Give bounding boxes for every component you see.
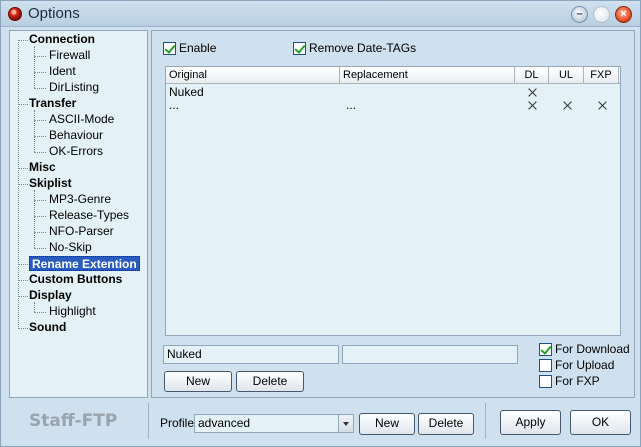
footer-separator (148, 403, 149, 439)
tree-item-sound[interactable]: Sound (29, 320, 66, 335)
column-original[interactable]: Original (166, 67, 340, 84)
tree-item-display[interactable]: Display (29, 288, 72, 303)
remove-date-tags-checkbox[interactable] (293, 42, 306, 55)
table-row[interactable]: ...... (166, 98, 620, 112)
cell-original: Nuked (169, 85, 204, 99)
tree-connector (18, 280, 28, 281)
ok-button[interactable]: OK (570, 410, 631, 435)
tree-connector (18, 296, 28, 297)
tree-item-misc[interactable]: Misc (29, 160, 56, 175)
tree-connector (18, 184, 28, 185)
profile-delete-button[interactable]: Delete (418, 413, 474, 435)
tree-item-rename-extention[interactable]: Rename Extention (29, 256, 140, 271)
tree-connector (34, 152, 46, 153)
column-dl[interactable]: DL (515, 67, 549, 84)
for-upload-label: For Upload (555, 358, 615, 372)
tree-connector (34, 136, 46, 137)
maximize-button[interactable] (593, 6, 610, 23)
tree-item-ok-errors[interactable]: OK-Errors (49, 144, 103, 159)
tree-connector (34, 72, 46, 73)
tree-branch-line (34, 190, 35, 248)
tree-item-firewall[interactable]: Firewall (49, 48, 90, 63)
close-button[interactable]: × (615, 6, 632, 23)
tree-item-ascii-mode[interactable]: ASCII-Mode (49, 112, 114, 127)
tree-root-line (18, 40, 19, 329)
tree-item-nfo-parser[interactable]: NFO-Parser (49, 224, 114, 239)
tree-connector (34, 248, 46, 249)
cell-dl-mark (528, 101, 537, 110)
original-input[interactable]: Nuked (163, 345, 339, 364)
minimize-button[interactable]: – (571, 6, 588, 23)
delete-entry-button[interactable]: Delete (236, 371, 304, 392)
tree-item-skiplist[interactable]: Skiplist (29, 176, 72, 191)
tree-connector (34, 200, 46, 201)
enable-label: Enable (179, 41, 217, 55)
remove-date-tags-label: Remove Date-TAGs (309, 41, 417, 55)
tree-branch-line (34, 302, 35, 312)
profile-value: advanced (198, 416, 251, 430)
profile-select[interactable]: advanced (194, 414, 354, 433)
app-logo: Staff-FTP (29, 411, 118, 431)
tree-branch-line (34, 46, 35, 88)
for-download-label: For Download (555, 342, 630, 356)
tree-connector (18, 104, 28, 105)
minimize-icon: – (576, 8, 583, 20)
tree-branch-line (34, 110, 35, 152)
tree-item-release-types[interactable]: Release-Types (49, 208, 129, 223)
cell-ul-mark (563, 101, 572, 110)
close-icon: × (620, 8, 627, 20)
for-download-checkbox[interactable] (539, 343, 552, 356)
new-entry-button[interactable]: New (164, 371, 232, 392)
tree-connector (18, 264, 28, 265)
tree-connector (18, 168, 28, 169)
tree-item-mp3-genre[interactable]: MP3-Genre (49, 192, 111, 207)
window-title: Options (28, 5, 80, 22)
for-fxp-label: For FXP (555, 374, 600, 388)
tree-connector (34, 56, 46, 57)
maximize-icon (594, 7, 609, 22)
options-tree: Connection Firewall Ident DirListing Transfe… (9, 30, 148, 398)
chevron-down-icon[interactable] (338, 415, 353, 432)
app-icon (8, 7, 22, 21)
cell-fxp-mark (598, 101, 607, 110)
title-bar[interactable]: Options – × (1, 1, 640, 27)
replacement-input[interactable] (342, 345, 518, 364)
tree-connector (34, 120, 46, 121)
cell-original: ... (169, 98, 180, 112)
profile-new-button[interactable]: New (359, 413, 415, 435)
tree-connector (34, 216, 46, 217)
tree-connector (34, 232, 46, 233)
cell-replacement: ... (346, 98, 357, 112)
tree-connector (34, 312, 46, 313)
rename-extention-panel: Enable Remove Date-TAGs SOFTPEDIA Origin… (151, 30, 635, 398)
options-window: Options – × Connection Firewall Ident DirLi… (0, 0, 641, 447)
tree-item-ident[interactable]: Ident (49, 64, 76, 79)
profile-label: Profile (160, 416, 195, 430)
enable-checkbox[interactable] (163, 42, 176, 55)
tree-item-behaviour[interactable]: Behaviour (49, 128, 103, 143)
tree-connector (18, 328, 28, 329)
column-ul[interactable]: UL (549, 67, 584, 84)
list-header: Original Replacement DL UL FXP (166, 67, 620, 84)
cell-dl-mark (528, 88, 537, 97)
tree-item-connection[interactable]: Connection (29, 32, 95, 47)
tree-connector (18, 40, 28, 41)
tree-item-no-skip[interactable]: No-Skip (49, 240, 92, 255)
apply-button[interactable]: Apply (500, 410, 561, 435)
for-fxp-checkbox[interactable] (539, 375, 552, 388)
tree-item-transfer[interactable]: Transfer (29, 96, 76, 111)
tree-connector (34, 88, 46, 89)
footer-separator-2 (485, 403, 486, 439)
tree-item-highlight[interactable]: Highlight (49, 304, 96, 319)
column-replacement[interactable]: Replacement (340, 67, 515, 84)
tree-item-dirlisting[interactable]: DirListing (49, 80, 99, 95)
for-upload-checkbox[interactable] (539, 359, 552, 372)
rename-list[interactable]: Original Replacement DL UL FXP Nuked....… (165, 66, 621, 336)
column-fxp[interactable]: FXP (584, 67, 619, 84)
tree-item-custom-buttons[interactable]: Custom Buttons (29, 272, 122, 287)
table-row[interactable]: Nuked (166, 85, 620, 99)
